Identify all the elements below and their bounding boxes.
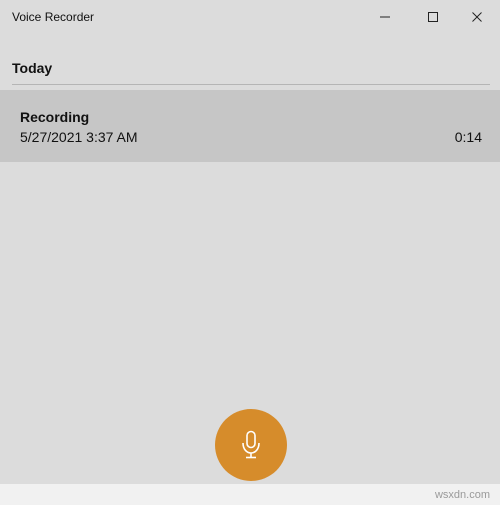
record-button[interactable] — [215, 409, 287, 481]
recording-list-item[interactable]: Recording 5/27/2021 3:37 AM 0:14 — [0, 90, 500, 162]
close-icon — [472, 11, 482, 22]
microphone-icon — [242, 430, 260, 459]
watermark: wsxdn.com — [434, 489, 490, 501]
title-bar[interactable]: Voice Recorder — [0, 0, 500, 33]
voice-recorder-window: Voice Recorder Today Recording 5/27/2021… — [0, 0, 500, 505]
maximize-icon — [428, 11, 438, 22]
minimize-button[interactable] — [362, 0, 408, 33]
bottom-strip — [0, 484, 500, 505]
app-title: Voice Recorder — [12, 10, 95, 24]
maximize-button[interactable] — [410, 0, 456, 33]
recording-date: 5/27/2021 3:37 AM — [20, 129, 138, 145]
recording-duration: 0:14 — [454, 129, 482, 145]
section-header-today: Today — [12, 60, 53, 76]
section-divider — [12, 84, 490, 85]
recording-name: Recording — [20, 109, 90, 125]
close-button[interactable] — [454, 0, 500, 33]
minimize-icon — [380, 16, 390, 17]
